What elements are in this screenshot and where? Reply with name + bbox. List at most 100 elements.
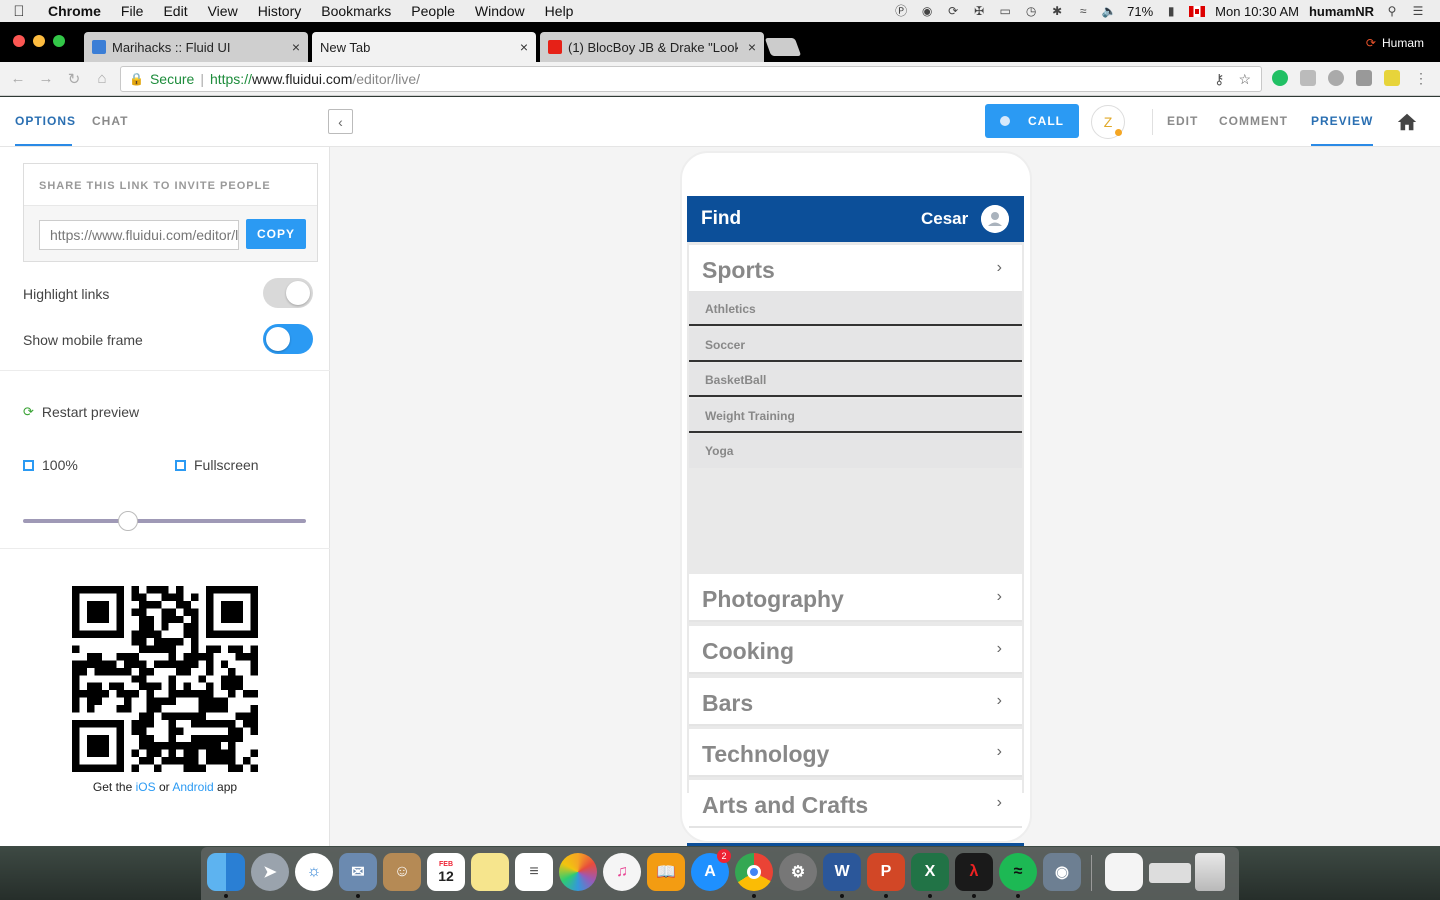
volume-icon[interactable]: 🔈 <box>1101 4 1117 18</box>
status-d-icon[interactable]: Ⓟ <box>893 4 909 18</box>
close-tab-icon[interactable]: × <box>292 39 300 55</box>
creative-cloud-icon[interactable]: ◉ <box>919 4 935 18</box>
document-icon[interactable] <box>1105 853 1143 891</box>
ios-app-link[interactable]: iOS <box>136 780 156 794</box>
zoom-slider[interactable] <box>23 511 306 531</box>
fullscreen-button[interactable]: Fullscreen <box>175 457 259 473</box>
mail-icon[interactable]: ✉ <box>339 853 377 891</box>
airplay-icon[interactable]: ▭ <box>997 4 1013 18</box>
subcategory-soccer[interactable]: Soccer <box>689 328 1022 362</box>
powerpoint-icon[interactable]: P <box>867 853 905 891</box>
back-icon[interactable]: ← <box>4 70 32 87</box>
reminders-icon[interactable]: ≡ <box>515 853 553 891</box>
show-mobile-frame-toggle[interactable] <box>263 324 313 354</box>
highlight-links-toggle[interactable] <box>263 278 313 308</box>
system-preferences-icon[interactable]: ⚙ <box>779 853 817 891</box>
reload-icon[interactable]: ↻ <box>60 70 88 88</box>
pinwheel-icon[interactable]: ✠ <box>971 4 987 18</box>
zoom-window-button[interactable] <box>53 35 65 47</box>
launchpad-icon[interactable]: ➤ <box>251 853 289 891</box>
trash-icon[interactable] <box>1195 853 1225 891</box>
menu-people[interactable]: People <box>401 3 465 19</box>
profile-button[interactable]: ⟳ Humam <box>1366 36 1424 50</box>
canada-flag-icon[interactable] <box>1189 5 1206 17</box>
close-window-button[interactable] <box>13 35 25 47</box>
category-photography[interactable]: Photography › <box>689 574 1022 622</box>
excel-icon[interactable]: X <box>911 853 949 891</box>
collapse-panel-button[interactable]: ‹ <box>328 109 353 134</box>
photos-icon[interactable] <box>559 853 597 891</box>
home-icon[interactable]: ⌂ <box>88 70 116 87</box>
restart-preview-button[interactable]: ⟳ Restart preview <box>23 404 139 420</box>
keyboard-icon[interactable] <box>1149 863 1191 883</box>
grammarly-extension-icon[interactable] <box>1272 70 1288 86</box>
key-icon[interactable]: ⚷ <box>1214 71 1224 88</box>
subcategory-yoga[interactable]: Yoga <box>689 434 1022 468</box>
avatar[interactable]: Z <box>1091 105 1125 139</box>
tab-edit[interactable]: EDIT <box>1167 114 1198 128</box>
minimize-window-button[interactable] <box>33 35 45 47</box>
new-tab-button[interactable] <box>764 38 802 56</box>
menubar-user[interactable]: humamNR <box>1309 4 1374 19</box>
call-button[interactable]: CALL <box>985 104 1079 138</box>
itunes-icon[interactable]: ♫ <box>603 853 641 891</box>
extension-alert-icon[interactable] <box>1356 70 1372 86</box>
bluetooth-icon[interactable]: ✱ <box>1049 4 1065 18</box>
close-tab-icon[interactable]: × <box>520 39 528 55</box>
zoom-level[interactable]: 100% <box>23 457 78 473</box>
browser-tab-fluidui[interactable]: Marihacks :: Fluid UI × <box>84 32 308 62</box>
bookmark-star-icon[interactable]: ☆ <box>1238 71 1251 88</box>
menu-history[interactable]: History <box>248 3 312 19</box>
mobile-user-name[interactable]: Cesar <box>921 209 968 229</box>
category-sports[interactable]: Sports › <box>689 245 1022 293</box>
share-url-field[interactable]: https://www.fluidui.com/editor/live/ <box>39 220 239 250</box>
ibooks-icon[interactable]: 📖 <box>647 853 685 891</box>
tab-options[interactable]: OPTIONS <box>15 114 76 128</box>
subcategory-weight-training[interactable]: Weight Training <box>689 399 1022 433</box>
finder-icon[interactable] <box>207 853 245 891</box>
address-bar[interactable]: 🔒 Secure | https:// www.fluidui.com /edi… <box>120 66 1262 92</box>
subcategory-athletics[interactable]: Athletics <box>689 292 1022 326</box>
notification-center-icon[interactable]: ☰ <box>1410 4 1426 18</box>
browser-tab-newtab[interactable]: New Tab × <box>312 32 536 62</box>
extension-bolt-icon[interactable] <box>1384 70 1400 86</box>
wifi-icon[interactable]: ≈ <box>1075 4 1091 18</box>
menu-file[interactable]: File <box>111 3 154 19</box>
category-bars[interactable]: Bars › <box>689 678 1022 726</box>
menu-window[interactable]: Window <box>465 3 535 19</box>
skype-extension-icon[interactable] <box>1328 70 1344 86</box>
spotify-icon[interactable]: ≈ <box>999 853 1037 891</box>
time-machine-icon[interactable]: ◷ <box>1023 4 1039 18</box>
close-tab-icon[interactable]: × <box>748 39 756 55</box>
zoom-slider-thumb[interactable] <box>117 511 138 531</box>
android-app-link[interactable]: Android <box>172 780 213 794</box>
safari-icon[interactable]: ☼ <box>295 853 333 891</box>
sync-icon[interactable]: ⟳ <box>945 4 961 18</box>
forward-icon[interactable]: → <box>32 70 60 87</box>
calendar-icon[interactable]: FEB 12 <box>427 853 465 891</box>
category-technology[interactable]: Technology › <box>689 729 1022 777</box>
tab-comment[interactable]: COMMENT <box>1219 114 1288 128</box>
menu-bookmarks[interactable]: Bookmarks <box>311 3 401 19</box>
screenshot-app-icon[interactable]: ◉ <box>1043 853 1081 891</box>
battery-icon[interactable]: ▮ <box>1163 4 1179 18</box>
home-icon[interactable] <box>1396 111 1418 133</box>
apple-menu-icon[interactable]:  <box>0 3 38 20</box>
chrome-icon[interactable] <box>735 853 773 891</box>
notes-icon[interactable] <box>471 853 509 891</box>
copy-button[interactable]: COPY <box>246 219 306 249</box>
menu-view[interactable]: View <box>198 3 248 19</box>
word-icon[interactable]: W <box>823 853 861 891</box>
category-cooking[interactable]: Cooking › <box>689 626 1022 674</box>
battery-percent[interactable]: 71% <box>1127 4 1153 19</box>
browser-tab-youtube[interactable]: (1) BlocBoy JB & Drake "Look × <box>540 32 764 62</box>
menubar-clock[interactable]: Mon 10:30 AM <box>1215 4 1299 19</box>
category-arts-and-crafts[interactable]: Arts and Crafts › <box>689 780 1022 828</box>
user-avatar-icon[interactable] <box>981 205 1009 233</box>
spotlight-search-icon[interactable]: ⚲ <box>1384 4 1400 18</box>
subcategory-basketball[interactable]: BasketBall <box>689 363 1022 397</box>
chrome-menu-icon[interactable]: ⋮ <box>1414 70 1428 87</box>
menu-help[interactable]: Help <box>535 3 584 19</box>
tab-preview[interactable]: PREVIEW <box>1311 114 1373 128</box>
extension-a-icon[interactable] <box>1300 70 1316 86</box>
